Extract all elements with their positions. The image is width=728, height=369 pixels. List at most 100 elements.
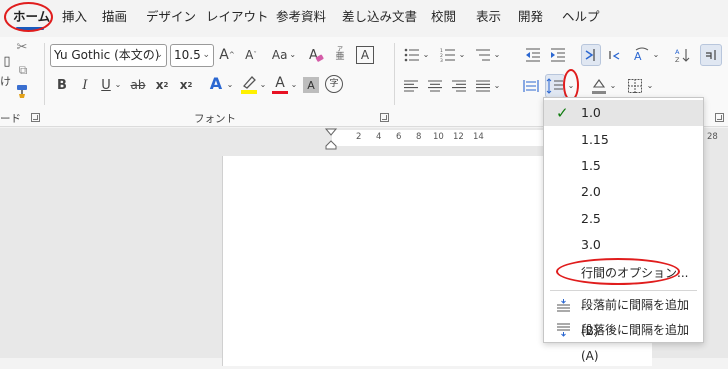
chevron-down-icon[interactable]: ⌄ bbox=[258, 75, 268, 95]
font-group-label: フォント bbox=[194, 113, 236, 125]
numbering-icon[interactable]: 123 bbox=[438, 45, 458, 65]
font-name-box[interactable]: Yu Gothic (本文の) ⌄ bbox=[50, 44, 167, 67]
align-center-icon[interactable] bbox=[426, 77, 444, 95]
asian-layout-icon[interactable]: A bbox=[632, 45, 652, 65]
clear-formatting-icon[interactable]: A bbox=[306, 45, 326, 65]
ruler-number: 4 bbox=[376, 132, 382, 142]
menu-bar: ホーム 挿入 描画 デザイン レイアウト 参考資料 差し込み文書 校閲 表示 開… bbox=[0, 0, 728, 37]
underline-button[interactable]: U bbox=[99, 75, 113, 95]
chevron-down-icon[interactable]: ⌄ bbox=[492, 45, 502, 65]
decrease-indent-icon[interactable] bbox=[523, 45, 543, 65]
char-border-icon[interactable]: A bbox=[356, 46, 374, 64]
chevron-down-icon[interactable]: ⌄ bbox=[492, 77, 502, 95]
ruler-number: 8 bbox=[416, 132, 422, 142]
align-left-icon[interactable] bbox=[402, 77, 420, 95]
tab-insert[interactable]: 挿入 bbox=[62, 8, 87, 26]
shrink-font-icon[interactable]: Aˇ bbox=[242, 45, 260, 65]
tab-references[interactable]: 参考資料 bbox=[276, 8, 326, 26]
tab-view[interactable]: 表示 bbox=[476, 8, 501, 26]
indent-marker-icon[interactable] bbox=[324, 128, 338, 150]
tab-draw[interactable]: 描画 bbox=[102, 8, 127, 26]
format-painter-icon[interactable] bbox=[14, 83, 30, 99]
line-spacing-option-1-15[interactable]: 1.15 bbox=[544, 127, 703, 153]
borders-icon[interactable] bbox=[626, 76, 644, 96]
ruler-text-area bbox=[332, 130, 572, 146]
tab-layout[interactable]: レイアウト bbox=[206, 8, 269, 26]
copy-icon[interactable]: ⧉ bbox=[16, 63, 30, 77]
chevron-down-icon[interactable]: ⌄ bbox=[645, 77, 655, 95]
ruler-number: 14 bbox=[473, 132, 484, 142]
line-spacing-option-1-5[interactable]: 1.5 bbox=[544, 153, 703, 179]
clipboard-dialog-launcher-icon[interactable] bbox=[31, 113, 40, 122]
bullets-icon[interactable] bbox=[402, 45, 422, 65]
paste-label: け bbox=[0, 75, 11, 88]
rtl-icon[interactable] bbox=[605, 45, 625, 65]
change-case-button[interactable]: Aa ⌄ bbox=[268, 45, 300, 65]
paragraph-dialog-launcher-icon[interactable] bbox=[715, 113, 724, 122]
chevron-down-icon[interactable]: ⌄ bbox=[651, 45, 661, 65]
clipboard-group-label: ード bbox=[0, 113, 21, 125]
cut-icon[interactable]: ✂ bbox=[16, 39, 28, 55]
char-shading-button[interactable]: A bbox=[303, 77, 319, 93]
line-spacing-button[interactable] bbox=[545, 74, 565, 98]
svg-text:3: 3 bbox=[440, 58, 443, 62]
show-hide-marks-button[interactable] bbox=[700, 44, 722, 66]
tab-review[interactable]: 校閲 bbox=[431, 8, 456, 26]
svg-text:A: A bbox=[309, 48, 318, 63]
line-spacing-menu: ✓ 1.0 1.15 1.5 2.0 2.5 3.0 行間のオプション... 段… bbox=[543, 97, 704, 363]
svg-text:Z: Z bbox=[675, 56, 680, 63]
enclose-characters-button[interactable]: 字 bbox=[325, 75, 343, 93]
add-space-before-item[interactable]: 段落前に間隔を追加(B) bbox=[544, 292, 703, 338]
chevron-down-icon[interactable]: ⌄ bbox=[608, 77, 618, 95]
subscript-button[interactable]: x2 bbox=[153, 75, 171, 95]
multilevel-list-icon[interactable] bbox=[473, 45, 493, 65]
chevron-down-icon[interactable]: ⌄ bbox=[289, 75, 299, 95]
chevron-down-icon: ⌄ bbox=[155, 50, 163, 60]
ruler-number: 10 bbox=[433, 132, 444, 142]
check-icon: ✓ bbox=[556, 104, 569, 122]
grow-font-icon[interactable]: A ^ bbox=[218, 45, 236, 65]
increase-indent-icon[interactable] bbox=[548, 45, 568, 65]
tab-design[interactable]: デザイン bbox=[146, 8, 196, 26]
chevron-down-icon[interactable]: ⌄ bbox=[113, 75, 123, 95]
svg-text:A: A bbox=[675, 48, 680, 56]
svg-text:A: A bbox=[634, 50, 642, 63]
space-after-icon bbox=[557, 323, 570, 337]
ltr-button[interactable] bbox=[581, 44, 601, 66]
font-dialog-launcher-icon[interactable] bbox=[380, 113, 389, 122]
highlight-color-button[interactable] bbox=[240, 73, 258, 95]
strikethrough-button[interactable]: ab bbox=[127, 75, 149, 95]
italic-button[interactable]: I bbox=[77, 75, 93, 95]
ruler-number: 6 bbox=[396, 132, 402, 142]
justify-icon[interactable] bbox=[474, 77, 492, 95]
chevron-down-icon[interactable]: ⌄ bbox=[457, 45, 467, 65]
font-color-button[interactable]: A bbox=[271, 73, 289, 95]
sort-icon[interactable]: AZ bbox=[672, 45, 692, 65]
tab-developer[interactable]: 開発 bbox=[518, 8, 543, 26]
menu-separator bbox=[550, 290, 697, 291]
line-spacing-option-2-5[interactable]: 2.5 bbox=[544, 206, 703, 232]
font-size-box[interactable]: 10.5 ⌄ bbox=[170, 44, 214, 67]
chevron-down-icon[interactable]: ⌄ bbox=[225, 75, 235, 95]
phonetic-guide-icon[interactable]: ア亜 bbox=[332, 43, 348, 65]
font-name-value: Yu Gothic (本文の) bbox=[54, 48, 160, 62]
align-right-icon[interactable] bbox=[450, 77, 468, 95]
text-effects-button[interactable]: A bbox=[207, 73, 225, 95]
shading-icon[interactable] bbox=[590, 76, 608, 96]
group-separator bbox=[394, 43, 395, 105]
line-spacing-option-2-0[interactable]: 2.0 bbox=[544, 179, 703, 205]
home-tab-highlight-oval bbox=[4, 2, 53, 32]
tab-help[interactable]: ヘルプ bbox=[562, 8, 600, 26]
bold-button[interactable]: B bbox=[54, 75, 70, 95]
add-space-after-item[interactable]: 段落後に間隔を追加(A) bbox=[544, 317, 703, 363]
paste-icon[interactable]: ▯ bbox=[0, 53, 14, 69]
chevron-down-icon[interactable]: ⌄ bbox=[421, 45, 431, 65]
distributed-icon[interactable] bbox=[521, 76, 541, 96]
ruler-number: 2 bbox=[356, 132, 362, 142]
ruler-number: 12 bbox=[453, 132, 464, 142]
line-spacing-option-3-0[interactable]: 3.0 bbox=[544, 232, 703, 258]
chevron-down-icon: ⌄ bbox=[202, 50, 210, 60]
tab-mailings[interactable]: 差し込み文書 bbox=[342, 8, 417, 26]
superscript-button[interactable]: x2 bbox=[177, 75, 195, 95]
line-spacing-option-1-0[interactable]: ✓ 1.0 bbox=[544, 100, 703, 126]
